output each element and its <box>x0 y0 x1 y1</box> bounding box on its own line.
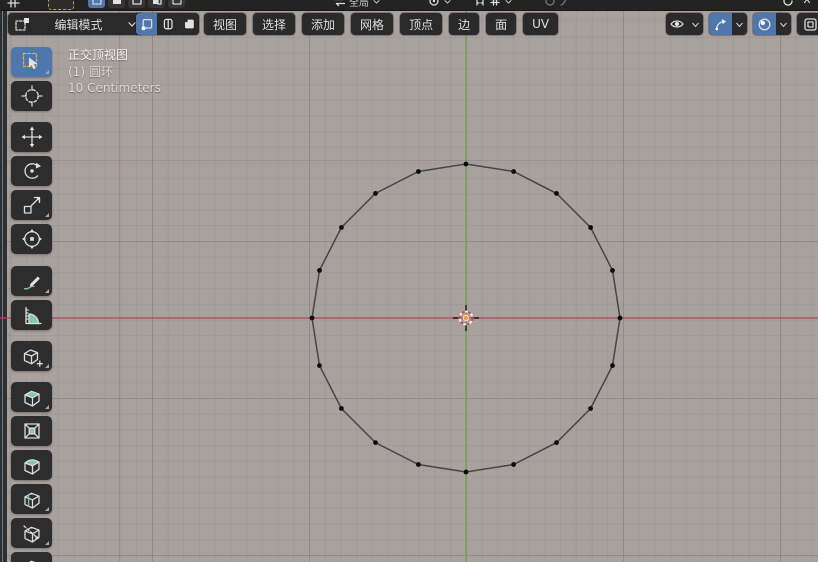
scene-sync-button[interactable] <box>782 0 794 11</box>
chevron-down-icon <box>443 0 452 6</box>
pivot-point-dropdown[interactable] <box>428 0 452 11</box>
cursor-tool-icon <box>21 85 43 107</box>
menu-add[interactable]: 添加 <box>302 13 344 35</box>
tool-loop-cut[interactable] <box>11 484 52 514</box>
move-icon <box>21 126 43 148</box>
toggle-5-icon[interactable] <box>168 0 185 8</box>
select-box-icon <box>21 51 43 73</box>
knife-icon <box>21 522 43 544</box>
bevel-icon <box>21 454 43 476</box>
proportional-editing-toggle[interactable] <box>544 0 571 11</box>
annotate-pencil-icon <box>21 270 43 292</box>
tool-move[interactable] <box>11 122 52 152</box>
overlays-control <box>753 13 791 35</box>
menu-vertex[interactable]: 顶点 <box>400 13 442 35</box>
inset-faces-icon <box>21 420 43 442</box>
chevron-down-icon <box>778 19 789 30</box>
active-tool-highlight-icon <box>48 0 74 10</box>
overlays-sphere-icon <box>757 17 772 32</box>
edge-select-icon <box>161 17 175 31</box>
gizmos-toggle[interactable] <box>709 13 732 35</box>
rotate-icon <box>21 160 43 182</box>
menu-edge[interactable]: 边 <box>449 13 479 35</box>
tool-rotate[interactable] <box>11 156 52 186</box>
tool-annotate[interactable] <box>11 266 52 296</box>
tool-scale[interactable] <box>11 190 52 220</box>
blender-window: 全局 <box>0 0 818 562</box>
scale-icon <box>21 194 43 216</box>
header-right-controls <box>666 13 818 35</box>
overlays-toggle[interactable] <box>753 13 776 35</box>
tool-measure[interactable] <box>11 300 52 330</box>
active-tool-indicator[interactable] <box>48 0 74 11</box>
tool-transform[interactable] <box>11 224 52 254</box>
overlays-dropdown[interactable] <box>776 13 791 35</box>
menu-mesh[interactable]: 网格 <box>351 13 393 35</box>
mode-label: 编辑模式 <box>50 16 106 33</box>
toggle-1-icon[interactable] <box>88 0 105 8</box>
eye-icon <box>669 17 685 31</box>
gizmo-arc-arrow-icon <box>713 17 728 32</box>
toggle-4-icon[interactable] <box>148 0 165 8</box>
gizmos-dropdown[interactable] <box>732 13 747 35</box>
chevron-down-icon <box>504 0 513 6</box>
transform-orientation-dropdown[interactable]: 全局 <box>333 0 381 11</box>
transform-icon <box>21 228 43 250</box>
editor-grid-icon <box>6 0 21 9</box>
proportional-circle-icon <box>544 0 556 7</box>
tool-cursor[interactable] <box>11 81 52 111</box>
chevron-up-icon <box>802 0 812 6</box>
topbar: 全局 <box>0 0 818 11</box>
viewport-3d[interactable] <box>0 10 818 562</box>
vertex-select-icon <box>140 17 154 31</box>
shading-toggle[interactable] <box>797 13 818 35</box>
vertex-select-button[interactable] <box>136 13 157 35</box>
edit-mode-icon <box>14 16 31 33</box>
xray-square-icon <box>803 17 818 32</box>
area-edge[interactable] <box>0 10 7 562</box>
tool-bevel[interactable] <box>11 450 52 480</box>
add-cube-icon <box>21 345 43 367</box>
toggle-3-icon[interactable] <box>128 0 145 8</box>
tool-add-cube[interactable] <box>11 341 52 371</box>
chevron-down-icon <box>372 0 381 6</box>
tool-knife[interactable] <box>11 518 52 548</box>
pivot-icon <box>428 0 440 7</box>
orientation-label: 全局 <box>349 0 369 9</box>
extrude-region-icon <box>21 386 43 408</box>
visibility-dropdown[interactable] <box>666 13 703 35</box>
menu-uv[interactable]: UV <box>523 13 558 35</box>
magnet-icon <box>474 0 486 7</box>
snapping-dropdown[interactable] <box>474 0 513 11</box>
tool-inset-faces[interactable] <box>11 416 52 446</box>
face-select-icon <box>182 17 196 31</box>
collapse-bar-button[interactable] <box>802 0 812 11</box>
tool-extrude-region[interactable] <box>11 382 52 412</box>
menu-select[interactable]: 选择 <box>253 13 295 35</box>
editor-type-button[interactable] <box>6 0 21 11</box>
gizmos-control <box>709 13 747 35</box>
chevron-down-icon <box>734 19 745 30</box>
face-select-button[interactable] <box>178 13 199 35</box>
loop-cut-icon <box>21 488 43 510</box>
header-menus: 视图 选择 添加 网格 顶点 边 面 UV <box>204 13 558 35</box>
mode-dropdown[interactable]: 编辑模式 <box>8 13 144 35</box>
toggle-2-icon[interactable] <box>108 0 125 8</box>
workspace-toggles <box>88 0 185 11</box>
select-mode-group <box>136 13 199 35</box>
menu-view[interactable]: 视图 <box>204 13 246 35</box>
menu-face[interactable]: 面 <box>486 13 516 35</box>
measure-icon <box>21 304 43 326</box>
chevron-down-icon <box>690 19 701 30</box>
falloff-icon <box>559 0 571 7</box>
poly-build-icon <box>21 556 43 562</box>
orientation-icon <box>333 0 346 7</box>
tool-select-box[interactable] <box>11 47 52 77</box>
sync-arrows-icon <box>782 0 794 7</box>
tool-poly-build[interactable] <box>11 552 52 562</box>
edge-select-button[interactable] <box>157 13 178 35</box>
snap-grid-icon <box>489 0 501 7</box>
